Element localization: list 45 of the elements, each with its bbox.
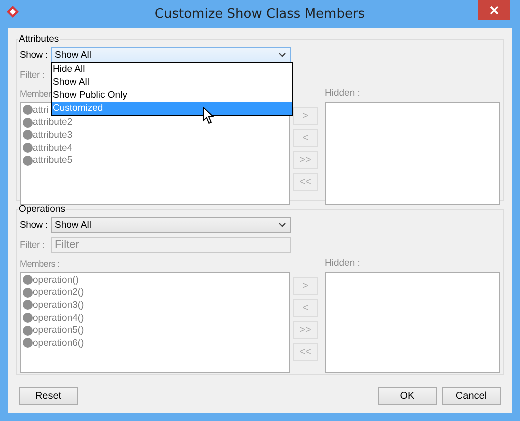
ok-button[interactable]: OK (378, 387, 437, 405)
group-title: Attributes (18, 34, 60, 45)
members-label: Members : (20, 258, 60, 268)
dropdown-option[interactable]: Show All (52, 76, 292, 89)
member-icon (23, 300, 33, 310)
dropdown-option[interactable]: Hide All (52, 63, 292, 76)
member-item[interactable]: attribute3 (33, 130, 73, 141)
member-item[interactable]: attri (33, 104, 49, 116)
chevron-down-icon (279, 53, 286, 58)
reset-button[interactable]: Reset (19, 387, 78, 405)
member-icon (23, 118, 33, 128)
hidden-label: Hidden : (325, 88, 360, 99)
member-item[interactable]: attribute4 (33, 142, 73, 154)
member-item[interactable]: attribute2 (33, 117, 73, 128)
hidden-label: Hidden : (325, 258, 360, 269)
member-icon (23, 338, 33, 348)
close-icon (490, 6, 498, 14)
filter-label: Filter : (20, 240, 46, 250)
group-title: Operations (18, 204, 66, 215)
member-icon (23, 313, 33, 324)
show-label: Show : (20, 220, 49, 230)
member-item[interactable]: operation() (33, 274, 79, 286)
cancel-button[interactable]: Cancel (442, 387, 501, 405)
member-item[interactable]: operation5() (33, 325, 84, 336)
member-icon (23, 326, 33, 336)
window-title: Customize Show Class Members (154, 6, 366, 24)
member-item[interactable]: attribute5 (33, 155, 73, 166)
member-item[interactable]: operation2() (33, 287, 84, 298)
filter-label: Filter : (20, 70, 46, 80)
members-label: Member (20, 88, 52, 98)
member-icon (23, 156, 33, 166)
app-logo-icon (6, 5, 20, 19)
member-icon (23, 288, 33, 298)
member-icon (23, 275, 33, 286)
member-item[interactable]: operation4() (33, 312, 84, 324)
close-button[interactable] (478, 0, 510, 20)
member-icon (23, 130, 33, 140)
member-item[interactable]: operation6() (33, 338, 84, 349)
dropdown-option[interactable]: Show Public Only (52, 89, 292, 102)
chevron-down-icon (279, 223, 286, 228)
member-icon (23, 105, 33, 116)
show-label: Show : (20, 50, 49, 60)
member-icon (23, 143, 33, 154)
member-item[interactable]: operation3() (33, 300, 84, 311)
show-dropdown[interactable]: Show All (51, 217, 291, 233)
